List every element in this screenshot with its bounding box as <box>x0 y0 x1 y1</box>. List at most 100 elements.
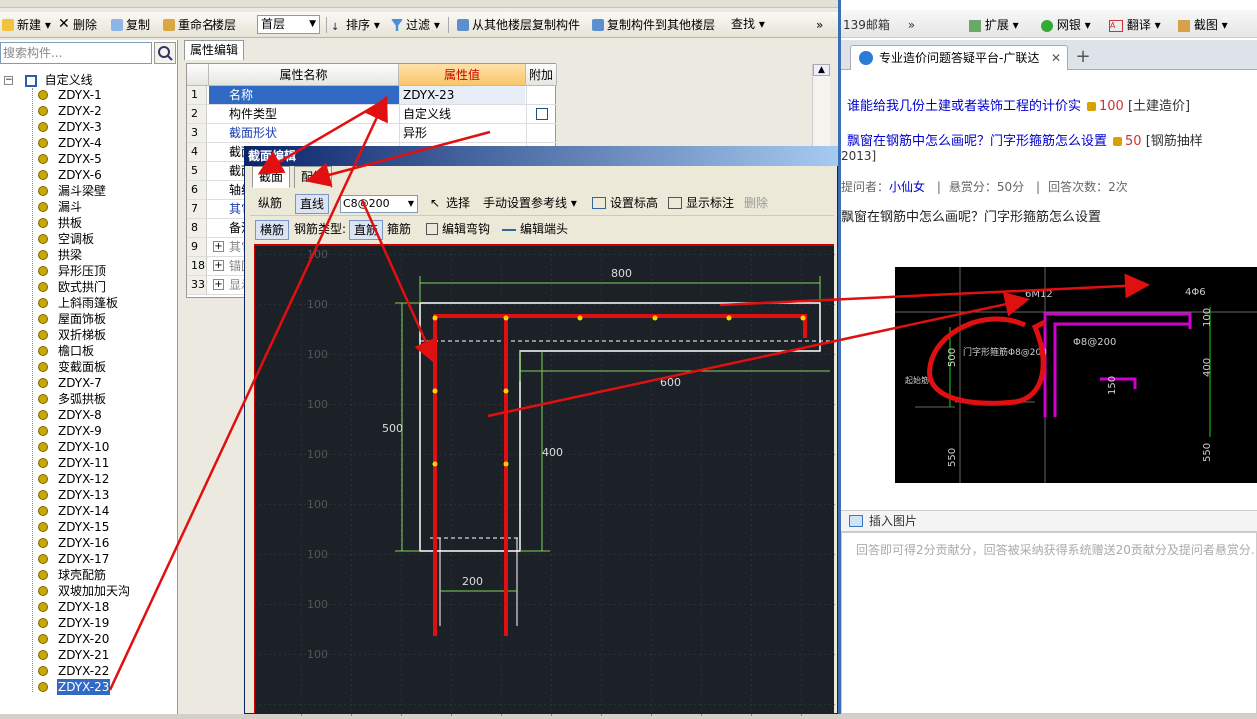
tree-item-label: 双坡加加天沟 <box>58 584 131 598</box>
copy-button[interactable]: 复制 <box>111 16 150 34</box>
set-elevation-button[interactable]: 设置标高 <box>590 194 662 214</box>
component-icon <box>38 170 48 180</box>
rebar-point[interactable] <box>652 315 658 321</box>
browser-tab[interactable]: 专业造价问题答疑平台-广联达 ✕ <box>850 45 1068 70</box>
rebar-point[interactable] <box>577 315 583 321</box>
extra-checkbox[interactable] <box>536 108 548 120</box>
tree-item-label: ZDYX-18 <box>58 600 110 614</box>
component-icon <box>38 602 48 612</box>
translate-icon: A <box>1109 19 1123 32</box>
rebar-point[interactable] <box>503 461 509 467</box>
new-button[interactable]: 新建 ▾ <box>2 16 51 34</box>
ebank-button[interactable]: 网银 ▾ <box>1041 16 1091 34</box>
tab-property-edit[interactable]: 属性编辑 <box>184 40 244 60</box>
tag-continuation: 2013] <box>841 149 877 163</box>
tree-item-label: 球壳配筋 <box>58 568 107 582</box>
dim-inner-v: 400 <box>542 446 563 459</box>
rebar-point[interactable] <box>432 315 438 321</box>
question-link[interactable]: 谁能给我几份土建或者装饰工程的计价实 100 [土建造价] <box>847 95 1190 114</box>
rebar-point[interactable] <box>726 315 732 321</box>
grid-label: 100 <box>307 348 328 361</box>
clipped-link-row <box>841 70 1257 78</box>
property-row[interactable]: 2 构件类型 自定义线 <box>187 105 557 124</box>
filter-button[interactable]: 过滤 ▾ <box>391 16 440 34</box>
dim-left: 500 <box>382 422 403 435</box>
rebar-point[interactable] <box>503 315 509 321</box>
delete-button[interactable]: ✕ 删除 <box>58 16 97 34</box>
find-button[interactable]: 查找 ▾ <box>731 15 776 34</box>
rebar-spec-select[interactable]: C8@200 ▼ <box>340 195 418 213</box>
mail-139-link[interactable]: 139邮箱 » <box>843 16 915 34</box>
tree-item-label: ZDYX-11 <box>58 456 110 470</box>
straight-bar-button[interactable]: 直筋 <box>349 220 384 240</box>
straight-line-button[interactable]: 直线 <box>295 194 330 214</box>
tab-section[interactable]: 截面 <box>252 166 291 188</box>
expand-icon[interactable]: + <box>213 279 224 290</box>
drawing-canvas[interactable]: 100 100 100 100 100 100 100 100 100 800 600 500 … <box>254 244 835 716</box>
property-value[interactable]: 自定义线 <box>399 105 525 123</box>
select-button[interactable]: ↖ 选择 <box>428 194 474 214</box>
question-image[interactable]: 4Φ6 6M12 门字形箍筋Φ8@200 Φ8@200 起始筋 500 550 … <box>895 267 1257 483</box>
stirrup-button[interactable]: 箍筋 <box>383 220 415 240</box>
toolbar-separator <box>326 17 327 33</box>
coin-icon <box>1087 102 1097 111</box>
close-icon[interactable]: ✕ <box>1051 46 1061 70</box>
transverse-button[interactable]: 横筋 <box>255 220 290 240</box>
copy-from-floor-icon <box>457 19 469 31</box>
component-icon <box>38 106 48 116</box>
elevation-icon <box>592 197 606 209</box>
floor-select[interactable]: 首层 ▼ <box>257 15 320 34</box>
property-value[interactable]: ZDYX-23 <box>399 86 525 104</box>
edit-end-button[interactable]: 编辑端头 <box>500 220 572 240</box>
scroll-up-icon[interactable]: ▲ <box>813 64 830 76</box>
asker-link[interactable]: 小仙女 <box>889 180 925 194</box>
grid-label: 100 <box>307 398 328 411</box>
edit-hook-button[interactable]: 编辑弯钩 <box>424 220 494 240</box>
rebar-point[interactable] <box>503 388 509 394</box>
show-dimension-button[interactable]: 显示标注 <box>666 194 738 214</box>
copy-from-floor-button[interactable]: 从其他楼层复制构件 <box>457 16 580 34</box>
property-row[interactable]: 1 名称 ZDYX-23 <box>187 86 557 105</box>
rebar-point[interactable] <box>800 315 806 321</box>
manual-reference-line-button[interactable]: 手动设置参考线 ▾ <box>479 194 581 214</box>
rebar-point[interactable] <box>432 461 438 467</box>
property-row[interactable]: 3 截面形状 异形 <box>187 124 557 143</box>
rename-button[interactable]: 重命名 <box>163 16 214 34</box>
extensions-button[interactable]: 扩展 ▾ <box>969 16 1019 34</box>
component-icon <box>38 186 48 196</box>
row-number: 7 <box>187 200 207 218</box>
question-link[interactable]: 飘窗在钢筋中怎么画呢？门字形箍筋怎么设置 50 [钢筋抽样 <box>847 130 1203 149</box>
rebar-point[interactable] <box>432 388 438 394</box>
search-input[interactable]: 搜索构件... <box>0 42 152 64</box>
search-button[interactable] <box>154 42 176 64</box>
property-scrollbar[interactable]: ▲ <box>812 64 830 150</box>
screenshot-button[interactable]: 截图 ▾ <box>1178 16 1228 34</box>
delete-disabled-button[interactable]: 删除 <box>740 194 772 214</box>
svg-text:500: 500 <box>947 348 958 367</box>
component-icon <box>38 426 48 436</box>
dialog-toolbar-2: 横筋 钢筋类型: 直筋 箍筋 编辑弯钩 编辑端头 <box>250 218 834 242</box>
dim-bottom: 200 <box>462 575 483 588</box>
sort-button[interactable]: ↓ 排序 ▾ <box>331 16 380 34</box>
row-number: 8 <box>187 219 207 237</box>
copy-icon <box>111 19 123 31</box>
tree-item-label: ZDYX-12 <box>58 472 110 486</box>
component-icon <box>38 650 48 660</box>
property-value[interactable]: 异形 <box>399 124 525 142</box>
answer-textarea[interactable]: 回答即可得2分贡献分，回答被采纳获得系统赠送20贡献分及提问者悬赏分... <box>841 532 1257 714</box>
new-tab-button[interactable]: + <box>1072 47 1094 69</box>
tree-item-label: ZDYX-20 <box>58 632 110 646</box>
dialog-toolbar-1: 纵筋 直线 ↖ 选择 手动设置参考线 ▾ 设置标高 显示标注 删除 <box>250 192 834 216</box>
translate-button[interactable]: A 翻译 ▾ <box>1109 16 1161 34</box>
expand-icon[interactable]: + <box>213 260 224 271</box>
site-favicon-icon <box>859 51 873 65</box>
expand-icon[interactable]: + <box>213 241 224 252</box>
tab-reinforcement[interactable]: 配筋 <box>294 166 333 188</box>
image-icon <box>849 515 863 527</box>
insert-image-button[interactable]: 插入图片 <box>841 510 1257 532</box>
tree-item-label: ZDYX-4 <box>58 136 102 150</box>
dialog-title: 截面编辑 <box>244 146 838 166</box>
toolbar-separator <box>448 17 449 33</box>
copy-to-floor-button[interactable]: 复制构件到其他楼层 <box>592 16 715 34</box>
component-icon <box>38 266 48 276</box>
